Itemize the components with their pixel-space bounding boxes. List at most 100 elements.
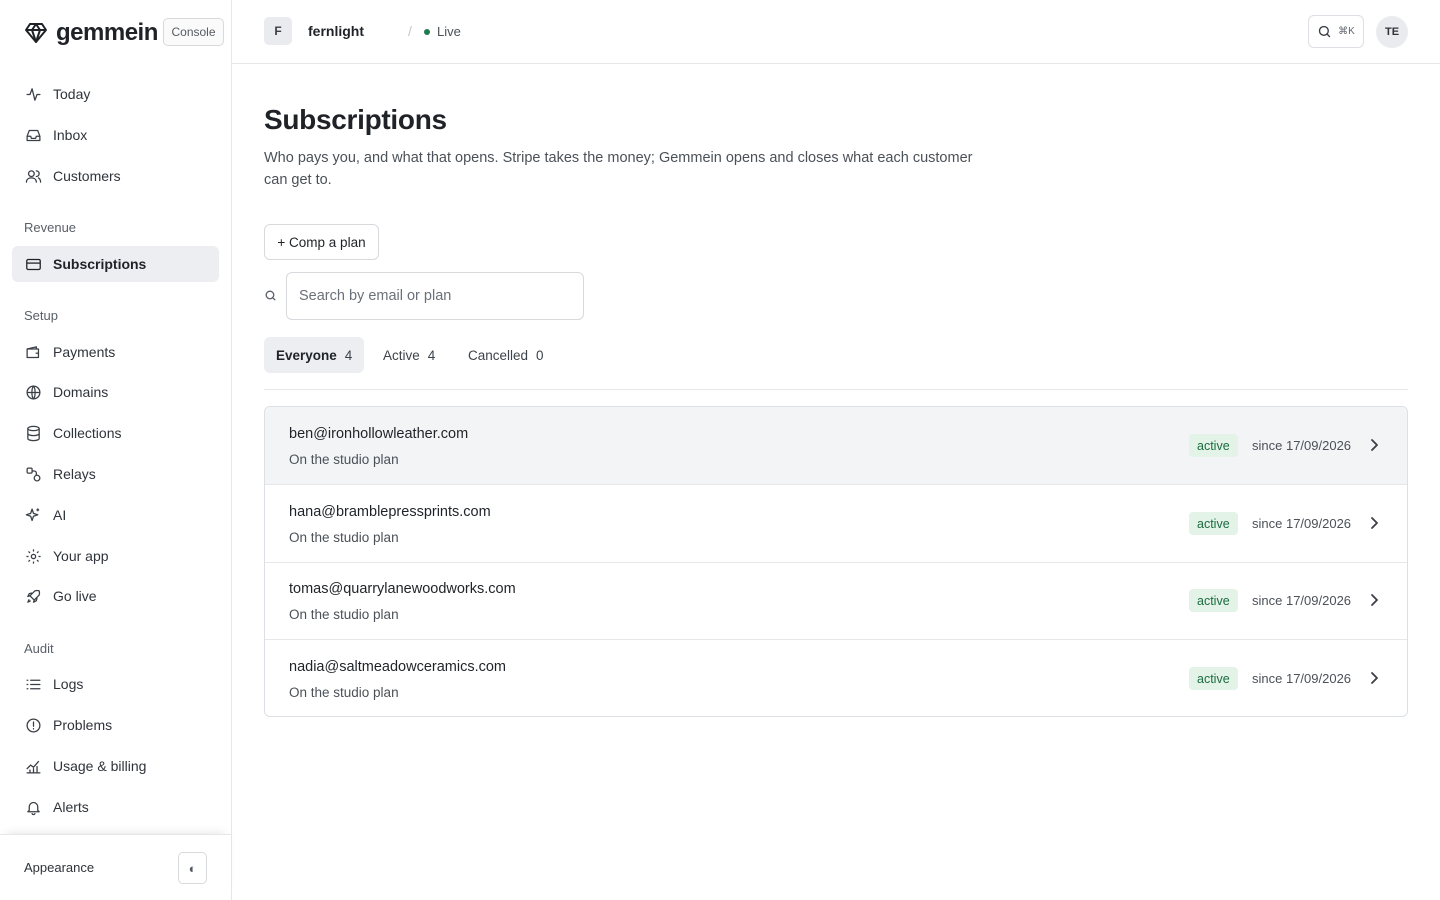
sidebar-item-label: Go live	[53, 588, 97, 604]
sidebar-item-subscriptions[interactable]: Subscriptions	[12, 246, 219, 282]
shortcut-hint: ⌘K	[1338, 26, 1355, 37]
status-badge: active	[1189, 434, 1238, 457]
sidebar-item-today[interactable]: Today	[12, 76, 219, 112]
section-label-setup: Setup	[24, 308, 58, 323]
sidebar-item-ai[interactable]: AI	[12, 497, 219, 533]
page-title: Subscriptions	[264, 104, 447, 135]
customer-email: nadia@saltmeadowceramics.com	[289, 659, 506, 675]
section-label-revenue: Revenue	[24, 220, 77, 235]
gem-logo-icon	[24, 21, 48, 45]
status-badge: active	[1189, 667, 1238, 690]
sidebar-item-label: Inbox	[53, 127, 88, 143]
sidebar-item-alerts[interactable]: Alerts	[12, 789, 219, 825]
user-avatar[interactable]: TE	[1376, 16, 1408, 48]
appearance-label: Appearance	[24, 860, 95, 875]
theme-toggle-button[interactable]: ◐	[178, 852, 207, 884]
sidebar-item-label: Alerts	[53, 799, 89, 815]
sidebar-item-customers[interactable]: Customers	[12, 158, 219, 194]
contrast-icon: ◐	[188, 860, 197, 876]
sidebar-item-collections[interactable]: Collections	[12, 415, 219, 451]
tab-label: Cancelled	[468, 347, 529, 363]
environment-switcher[interactable]: Live	[424, 24, 461, 39]
chevron-right-icon	[1367, 437, 1381, 453]
sidebar-item-label: Your app	[53, 548, 109, 564]
tab-count: 0	[536, 347, 544, 363]
customer-email: hana@bramblepressprints.com	[289, 504, 491, 520]
bell-icon	[24, 798, 42, 816]
sidebar-item-usage-billing[interactable]: Usage & billing	[12, 748, 219, 784]
activity-icon	[24, 85, 42, 103]
gear-icon	[24, 547, 42, 565]
sparkles-icon	[24, 506, 42, 524]
tab-cancelled[interactable]: Cancelled 0	[456, 337, 556, 373]
since-date: since 17/09/2026	[1252, 516, 1352, 531]
chevron-right-icon	[1367, 515, 1381, 531]
tab-label: Everyone	[276, 347, 337, 363]
sidebar-item-go-live[interactable]: Go live	[12, 578, 219, 614]
sidebar-item-label: Today	[53, 86, 91, 102]
subscriptions-list: ben@ironhollowleather.com On the studio …	[264, 406, 1408, 717]
sidebar-item-label: Subscriptions	[53, 256, 147, 272]
since-date: since 17/09/2026	[1252, 438, 1352, 453]
topbar: F fernlight / Live ⌘K TE	[232, 0, 1440, 64]
sidebar-item-label: Usage & billing	[53, 758, 147, 774]
brand[interactable]: gemmein	[24, 18, 158, 48]
since-date: since 17/09/2026	[1252, 593, 1352, 608]
sidebar-item-label: Problems	[53, 717, 113, 733]
customer-email: ben@ironhollowleather.com	[289, 426, 469, 442]
sidebar-item-inbox[interactable]: Inbox	[12, 117, 219, 153]
sidebar-footer: Appearance ◐	[0, 834, 231, 900]
database-icon	[24, 424, 42, 442]
subscription-row[interactable]: tomas@quarrylanewoodworks.com On the stu…	[265, 562, 1407, 640]
environment-label: Live	[437, 24, 461, 39]
search-icon	[1317, 24, 1332, 39]
sidebar-item-problems[interactable]: Problems	[12, 707, 219, 743]
breadcrumb-separator: /	[408, 23, 412, 39]
console-badge[interactable]: Console	[163, 18, 224, 46]
search-icon	[264, 289, 278, 303]
credit-card-icon	[24, 255, 42, 273]
users-icon	[24, 167, 42, 185]
chart-icon	[24, 757, 42, 775]
chevron-right-icon	[1367, 592, 1381, 608]
globe-icon	[24, 383, 42, 401]
since-date: since 17/09/2026	[1252, 671, 1352, 686]
sidebar-item-logs[interactable]: Logs	[12, 666, 219, 702]
customer-email: tomas@quarrylanewoodworks.com	[289, 581, 516, 597]
live-status-dot	[424, 28, 430, 35]
sidebar-item-payments[interactable]: Payments	[12, 334, 219, 370]
plan-label: On the studio plan	[289, 685, 399, 700]
subscription-row[interactable]: hana@bramblepressprints.com On the studi…	[265, 485, 1407, 563]
sidebar-item-label: Payments	[53, 344, 116, 360]
inbox-icon	[24, 126, 42, 144]
command-search-button[interactable]: ⌘K	[1308, 15, 1364, 48]
brand-name: gemmein	[56, 19, 158, 46]
comp-plan-button[interactable]: + Comp a plan	[264, 224, 379, 260]
sidebar-item-label: Collections	[53, 425, 122, 441]
sidebar-item-label: AI	[53, 507, 67, 523]
subscription-row[interactable]: nadia@saltmeadowceramics.com On the stud…	[265, 640, 1407, 716]
section-label-audit: Audit	[24, 641, 54, 656]
chevron-right-icon	[1367, 670, 1381, 686]
tab-count: 4	[344, 347, 353, 363]
tabs-divider	[264, 389, 1408, 390]
sidebar-item-label: Customers	[53, 168, 121, 184]
tab-everyone[interactable]: Everyone 4	[264, 337, 365, 373]
rocket-icon	[24, 587, 42, 605]
sidebar-item-relays[interactable]: Relays	[12, 456, 219, 492]
subscription-row[interactable]: ben@ironhollowleather.com On the studio …	[265, 407, 1407, 485]
alert-circle-icon	[24, 716, 42, 734]
search-input[interactable]	[286, 272, 584, 320]
sidebar-item-label: Relays	[53, 466, 96, 482]
org-switcher[interactable]: fernlight	[308, 23, 364, 39]
plan-label: On the studio plan	[289, 530, 399, 545]
sidebar-item-domains[interactable]: Domains	[12, 374, 219, 410]
sidebar: gemmein Console Today Inbox Customers Re…	[0, 0, 232, 900]
org-avatar[interactable]: F	[264, 17, 292, 45]
page-description: Who pays you, and what that opens. Strip…	[264, 150, 973, 188]
sidebar-item-your-app[interactable]: Your app	[12, 538, 219, 574]
tab-active[interactable]: Active 4	[371, 337, 447, 373]
plan-label: On the studio plan	[289, 452, 399, 467]
tab-count: 4	[427, 347, 436, 363]
status-badge: active	[1189, 589, 1238, 612]
